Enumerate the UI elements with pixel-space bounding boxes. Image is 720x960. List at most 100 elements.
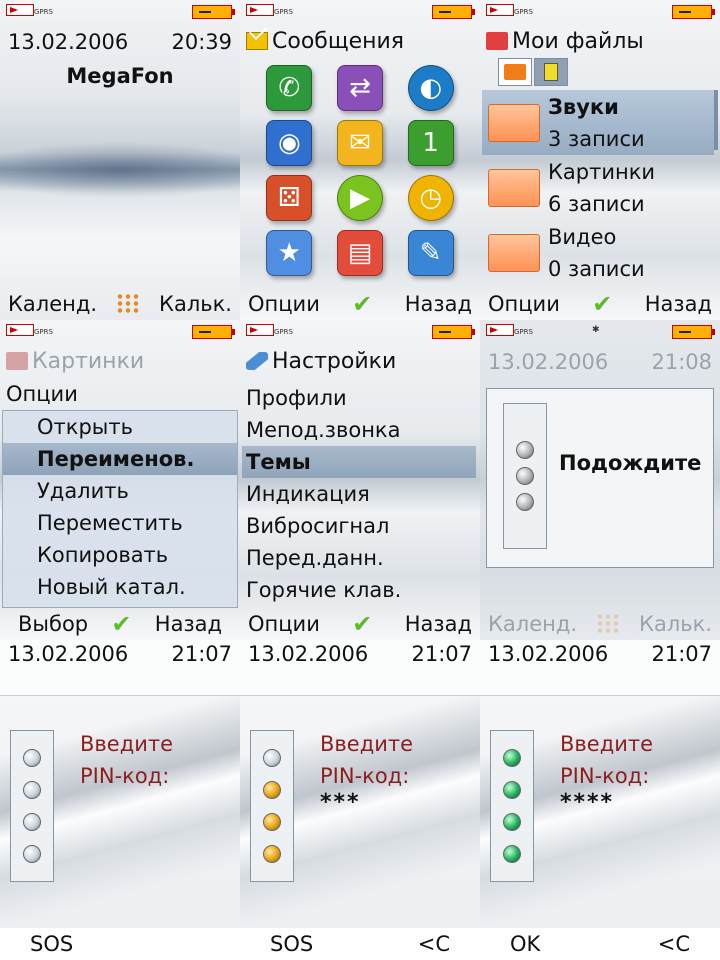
status-bar: GPRS xyxy=(0,320,240,344)
settings-item-profiles[interactable]: Профили xyxy=(242,382,476,414)
pin-prompt-line2: PIN-код: xyxy=(560,764,650,788)
time-label: 21:07 xyxy=(171,642,232,666)
pin-progress-dots xyxy=(490,730,534,882)
page-title: Сообщения xyxy=(272,28,405,54)
calculator-softkey[interactable]: Кальк. xyxy=(159,292,232,316)
select-check-icon[interactable]: ✔ xyxy=(349,610,375,638)
sos-softkey[interactable]: SOS xyxy=(30,932,73,956)
status-bar: GPRS ✱ xyxy=(480,320,720,344)
options-menu: Открыть Переименов. Удалить Переместить … xyxy=(2,410,238,608)
app-camera[interactable]: ◉ xyxy=(254,115,325,170)
settings-item-vibration[interactable]: Вибросигнал xyxy=(242,510,476,542)
app-settings[interactable]: ✎ xyxy=(395,225,466,280)
clear-softkey[interactable]: <C xyxy=(418,932,450,956)
calendar-softkey[interactable]: Календ. xyxy=(8,292,97,316)
pin-prompt: Введите PIN-код: xyxy=(560,728,653,792)
memory-card-icon xyxy=(544,63,558,81)
pin-dot-icon xyxy=(503,749,521,767)
settings-item-hotkeys[interactable]: Горячие клав. xyxy=(242,574,476,606)
app-messages[interactable]: ✉ xyxy=(325,115,396,170)
app-phone[interactable]: ✆ xyxy=(254,60,325,115)
pin-dot-icon xyxy=(23,845,41,863)
pin-dot-icon xyxy=(263,781,281,799)
menu-item-move[interactable]: Переместить xyxy=(3,507,237,539)
app-player[interactable]: ▶ xyxy=(325,170,396,225)
signal-icon: GPRS xyxy=(246,4,293,20)
progress-dot-icon xyxy=(516,467,534,485)
sos-softkey[interactable]: SOS xyxy=(270,932,313,956)
soft-keys: Опции ✔ Назад xyxy=(480,288,720,320)
battery-icon xyxy=(672,325,715,339)
folder-list: Звуки 3 записи Картинки 6 записи Видео 0 за… xyxy=(482,90,714,285)
back-softkey[interactable]: Назад xyxy=(645,292,712,316)
folder-item[interactable]: Видео 0 записи xyxy=(482,220,714,285)
folder-count: 3 записи xyxy=(548,126,645,151)
envelope-icon xyxy=(246,32,268,50)
folder-item[interactable]: Звуки 3 записи xyxy=(482,90,714,155)
pin-dot-icon xyxy=(503,813,521,831)
back-softkey[interactable]: Назад xyxy=(155,612,222,636)
date-time: 13.02.2006 21:07 xyxy=(0,642,240,666)
menu-item-new-folder[interactable]: Новый катал. xyxy=(3,571,237,603)
folder-name: Звуки xyxy=(548,94,619,119)
select-check-icon[interactable]: ✔ xyxy=(349,290,375,318)
time-label: 21:07 xyxy=(651,642,712,666)
select-check-icon[interactable]: ✔ xyxy=(589,290,615,318)
settings-item-data-transfer[interactable]: Перед.данн. xyxy=(242,542,476,574)
folder-icon xyxy=(488,168,540,207)
select-softkey[interactable]: Выбор xyxy=(18,612,88,636)
app-internet[interactable]: ◐ xyxy=(395,60,466,115)
app-organizer[interactable]: 1 xyxy=(395,115,466,170)
pin-dot-icon xyxy=(503,781,521,799)
status-bar: GPRS xyxy=(480,0,720,24)
screenshot-collage: GPRS 13.02.2006 20:39 MegaFon Календ. Ка… xyxy=(0,0,720,960)
date-label: 13.02.2006 xyxy=(488,350,609,374)
scrollbar[interactable] xyxy=(714,90,718,150)
menu-item-rename[interactable]: Переименов. xyxy=(3,443,237,475)
pin-dot-icon xyxy=(263,749,281,767)
settings-list: Профили Мепод.звонка Темы Индикация Вибр… xyxy=(242,382,476,606)
app-files[interactable]: ▤ xyxy=(325,225,396,280)
pin-dot-icon xyxy=(503,845,521,863)
folder-name: Картинки xyxy=(548,159,656,184)
bluetooth-icon: ✱ xyxy=(592,325,600,335)
options-softkey[interactable]: Опции xyxy=(248,292,320,316)
menu-item-delete[interactable]: Удалить xyxy=(3,475,237,507)
player-icon: ▶ xyxy=(336,174,383,221)
date-time: 13.02.2006 21:07 xyxy=(480,642,720,666)
app-games[interactable]: ⚄ xyxy=(254,170,325,225)
pin-header: 13.02.2006 21:07 xyxy=(240,640,480,696)
page-title: Мои файлы xyxy=(512,28,644,54)
app-media[interactable]: ⇄ xyxy=(325,60,396,115)
files-icon: ▤ xyxy=(336,229,383,276)
storage-tabs xyxy=(498,58,568,86)
tab-phone-memory[interactable] xyxy=(498,58,532,86)
folder-item[interactable]: Картинки 6 записи xyxy=(482,155,714,220)
select-check-icon[interactable]: ✔ xyxy=(108,610,134,638)
soft-keys: SOS <C xyxy=(240,928,480,960)
calendar-softkey: Календ. xyxy=(488,612,578,636)
menu-item-open[interactable]: Открыть xyxy=(3,411,237,443)
menu-item-copy[interactable]: Копировать xyxy=(3,539,237,571)
back-softkey[interactable]: Назад xyxy=(405,612,472,636)
clear-softkey[interactable]: <C xyxy=(658,932,690,956)
ok-softkey[interactable]: OK xyxy=(510,932,540,956)
settings-item-themes[interactable]: Темы xyxy=(242,446,476,478)
tab-memory-card[interactable] xyxy=(534,58,568,86)
app-alarm[interactable]: ◷ xyxy=(395,170,466,225)
games-icon: ⚄ xyxy=(266,174,313,221)
options-softkey[interactable]: Опции xyxy=(248,612,320,636)
status-bar: GPRS xyxy=(0,0,240,24)
time-label: 21:08 xyxy=(651,350,712,374)
settings-item-ringtone[interactable]: Мепод.звонка xyxy=(242,414,476,446)
options-softkey[interactable]: Опции xyxy=(488,292,560,316)
pictures-options-screen: GPRS Картинки Опции Открыть Переименов. … xyxy=(0,320,240,640)
pin-prompt-line1: Введите xyxy=(320,732,414,756)
menu-softkey[interactable] xyxy=(115,292,141,316)
pin-input[interactable]: **** xyxy=(560,790,614,815)
settings-item-display[interactable]: Индикация xyxy=(242,478,476,510)
back-softkey[interactable]: Назад xyxy=(405,292,472,316)
folder-count: 0 записи xyxy=(548,256,645,281)
app-entertainment[interactable]: ★ xyxy=(254,225,325,280)
pin-input[interactable]: *** xyxy=(320,790,361,815)
